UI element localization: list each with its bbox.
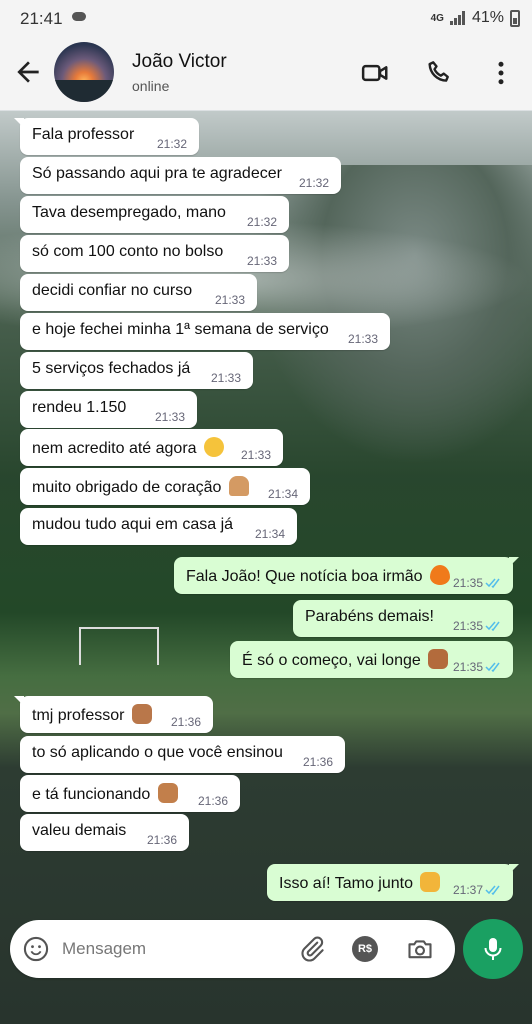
voice-message-button[interactable]: [463, 919, 523, 979]
message-in[interactable]: Tava desempregado, mano 21:32: [20, 196, 289, 233]
message-time: 21:35: [452, 619, 483, 633]
message-out[interactable]: Fala João! Que notícia boa irmão 21:35: [174, 557, 519, 594]
message-time: 21:36: [146, 833, 177, 847]
chat-header: João Victor online: [0, 36, 532, 111]
emoji-icon[interactable]: [22, 935, 50, 963]
message-time: 21:33: [214, 293, 245, 307]
message-text: valeu demais: [32, 822, 127, 839]
message-composer[interactable]: Mensagem R$: [10, 920, 455, 978]
message-text: Isso aí! Tamo junto: [279, 875, 413, 892]
message-in[interactable]: só com 100 conto no bolso 21:33: [20, 235, 289, 272]
read-ticks-icon: [485, 578, 500, 588]
raising-hands-emoji: [157, 783, 178, 803]
fist-emoji: [131, 704, 152, 724]
fire-emoji: [430, 565, 451, 585]
more-options-icon[interactable]: [486, 58, 516, 88]
message-out[interactable]: É só o começo, vai longe 21:35: [230, 641, 513, 678]
message-text: Tava desempregado, mano: [32, 204, 226, 221]
message-in[interactable]: muito obrigado de coração 21:34: [20, 468, 310, 505]
message-text: tmj professor: [32, 707, 125, 724]
message-time: 21:32: [298, 176, 329, 190]
message-text: É só o começo, vai longe: [242, 652, 421, 669]
read-ticks-icon: [485, 662, 500, 672]
read-ticks-icon: [485, 885, 500, 895]
handshake-emoji: [420, 872, 441, 892]
message-time: 21:36: [170, 715, 201, 729]
message-time: 21:33: [154, 410, 185, 424]
status-bar: 21:41 4G 41%: [0, 0, 532, 36]
message-in[interactable]: valeu demais 21:36: [20, 814, 189, 851]
message-text: mudou tudo aqui em casa já: [32, 516, 234, 533]
camera-icon[interactable]: [406, 935, 434, 963]
message-text: 5 serviços fechados já: [32, 360, 191, 377]
message-time: 21:32: [246, 215, 277, 229]
status-right: 4G 41%: [431, 9, 520, 27]
message-time: 21:33: [240, 448, 271, 462]
contact-name[interactable]: João Victor: [132, 51, 227, 73]
message-text: rendeu 1.150: [32, 399, 127, 416]
message-in[interactable]: to só aplicando o que você ensinou 21:36: [20, 736, 345, 773]
message-in[interactable]: e tá funcionando 21:36: [20, 775, 240, 812]
avatar[interactable]: [54, 42, 114, 102]
microphone-icon: [484, 938, 502, 960]
message-text: só com 100 conto no bolso: [32, 243, 224, 260]
battery-percent: 41%: [471, 9, 504, 26]
message-text: decidi confiar no curso: [32, 282, 193, 299]
status-time: 21:41: [20, 9, 63, 28]
attachment-icon[interactable]: [298, 935, 326, 963]
contact-status: online: [132, 78, 170, 94]
network-type: 4G: [430, 12, 444, 24]
praying-hands-emoji: [228, 476, 249, 496]
battery-icon: [510, 9, 520, 27]
message-text: e tá funcionando: [32, 786, 151, 803]
message-time: 21:34: [254, 527, 285, 541]
message-in[interactable]: Fala professor 21:32: [14, 118, 199, 155]
message-in[interactable]: 5 serviços fechados já 21:33: [20, 352, 253, 389]
payment-label: R$: [357, 943, 373, 955]
wallpaper-soccer-goal: [79, 627, 159, 665]
message-out[interactable]: Parabéns demais! 21:35: [293, 600, 513, 637]
message-time: 21:35: [452, 660, 483, 674]
message-time: 21:36: [197, 794, 228, 808]
message-in[interactable]: decidi confiar no curso 21:33: [20, 274, 257, 311]
flexed-biceps-emoji: [428, 649, 449, 669]
message-in[interactable]: nem acredito até agora 21:33: [20, 429, 283, 466]
message-text: nem acredito até agora: [32, 440, 197, 457]
message-time: 21:33: [347, 332, 378, 346]
message-time: 21:37: [452, 883, 483, 897]
message-text: Fala João! Que notícia boa irmão: [186, 568, 423, 585]
cloud-icon: [72, 12, 86, 21]
message-in[interactable]: tmj professor 21:36: [14, 696, 213, 733]
voice-call-icon[interactable]: [425, 58, 455, 88]
video-call-icon[interactable]: [360, 58, 390, 88]
message-in[interactable]: e hoje fechei minha 1ª semana de serviço…: [20, 313, 390, 350]
message-in[interactable]: Só passando aqui pra te agradecer 21:32: [20, 157, 341, 194]
message-text: Só passando aqui pra te agradecer: [32, 165, 282, 182]
message-text: Fala professor: [32, 126, 135, 143]
read-ticks-icon: [485, 621, 500, 631]
message-time: 21:33: [246, 254, 277, 268]
message-text: Parabéns demais!: [305, 608, 434, 625]
message-time: 21:32: [156, 137, 187, 151]
signal-icon: [449, 11, 466, 25]
message-input[interactable]: Mensagem: [62, 939, 146, 959]
message-text: e hoje fechei minha 1ª semana de serviço: [32, 321, 329, 338]
message-text: to só aplicando o que você ensinou: [32, 744, 283, 761]
message-in[interactable]: mudou tudo aqui em casa já 21:34: [20, 508, 297, 545]
back-arrow-icon[interactable]: [12, 56, 44, 88]
message-text: muito obrigado de coração: [32, 479, 222, 496]
message-time: 21:35: [452, 576, 483, 590]
laughing-tears-emoji: [204, 437, 224, 457]
message-time: 21:33: [210, 371, 241, 385]
payment-icon[interactable]: R$: [352, 936, 378, 962]
message-time: 21:34: [267, 487, 298, 501]
message-out[interactable]: Isso aí! Tamo junto 21:37: [267, 864, 519, 901]
message-in[interactable]: rendeu 1.150 21:33: [20, 391, 197, 428]
message-time: 21:36: [302, 755, 333, 769]
